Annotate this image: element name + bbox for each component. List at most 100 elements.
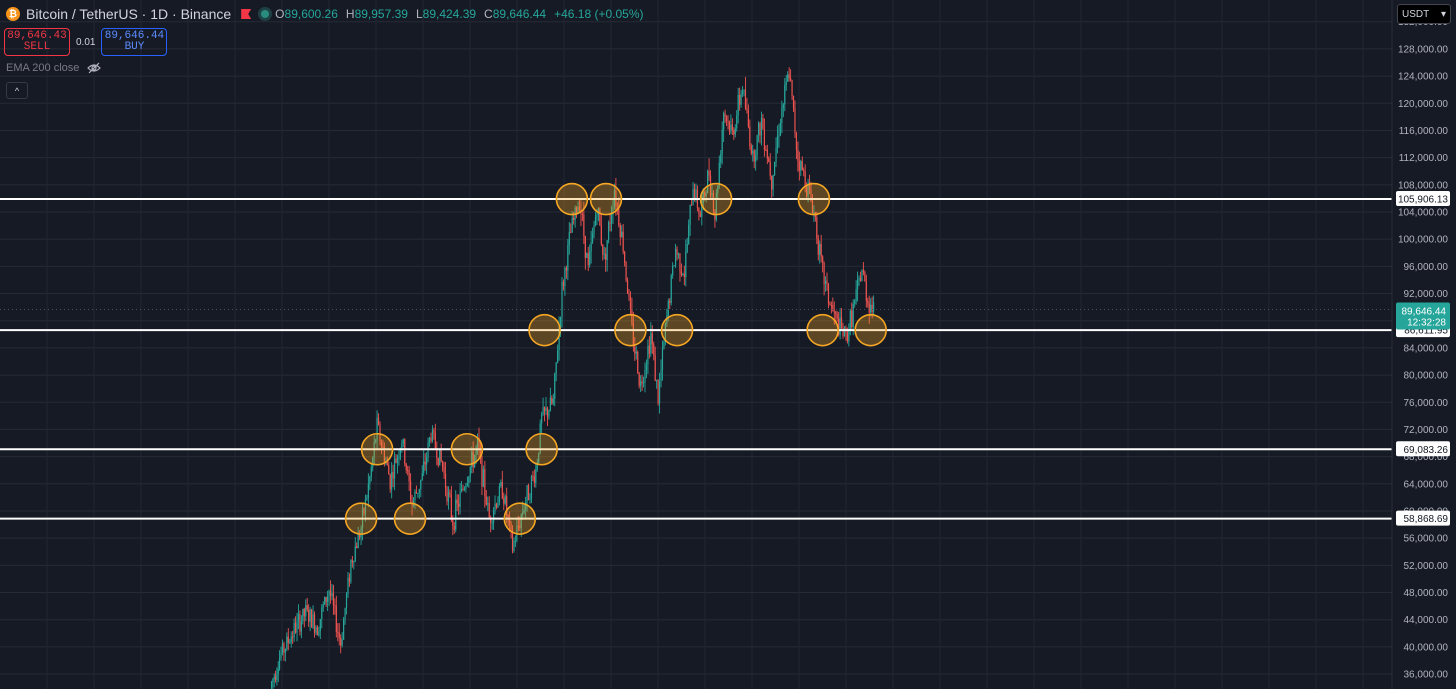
candle-body — [836, 314, 838, 319]
candle-body — [817, 238, 819, 255]
candle-body — [740, 94, 742, 105]
price-tick-label: 80,000.00 — [1404, 371, 1449, 382]
candle-body — [851, 310, 853, 327]
price-axis[interactable]: 36,000.00 40,000.00 44,000.00 48,000.00 52,0… — [1391, 0, 1456, 689]
candle-body — [725, 116, 728, 121]
candle-body — [803, 170, 805, 172]
candle-body — [345, 594, 348, 609]
candle-body — [491, 522, 493, 524]
candle-body — [862, 270, 865, 273]
price-tick-label: 96,000.00 — [1404, 262, 1449, 273]
candle-body — [849, 310, 851, 330]
candle-body — [356, 546, 358, 549]
candle-body — [586, 253, 588, 258]
candle-body — [749, 126, 751, 147]
candle-body — [584, 236, 586, 258]
candle-body — [868, 303, 870, 313]
candle-body — [797, 149, 799, 162]
level-price-label: 58,868.69 — [1404, 514, 1449, 525]
candle-body — [325, 597, 327, 602]
candle-body — [555, 362, 557, 374]
candle-body — [629, 296, 632, 310]
open-label: O — [275, 7, 285, 21]
price-tick-label: 40,000.00 — [1404, 642, 1449, 653]
candle-body — [386, 461, 388, 465]
candle-body — [328, 590, 330, 597]
candle-body — [420, 479, 422, 490]
candle-body — [398, 457, 400, 459]
price-tick-label: 84,000.00 — [1404, 343, 1449, 354]
candle-body — [396, 457, 399, 463]
candle-body — [552, 399, 554, 404]
candle-body — [277, 669, 279, 674]
candle-body — [453, 526, 455, 530]
candle-body — [501, 481, 503, 499]
candle-body — [343, 619, 345, 640]
candle-body — [606, 240, 608, 260]
indicator-legend[interactable]: EMA 200 close — [6, 62, 102, 74]
currency-selector[interactable]: USDT ▾ — [1397, 4, 1451, 24]
candle-body — [313, 614, 316, 633]
candle-body — [673, 265, 675, 267]
open-value: 89,600.26 — [284, 7, 338, 21]
symbol-title[interactable]: Bitcoin / TetherUS · 1D · Binance — [26, 6, 231, 22]
candle-body — [787, 74, 789, 82]
candle-body — [327, 596, 329, 602]
candle-body — [871, 304, 873, 312]
horizontal-levels[interactable] — [0, 198, 1392, 520]
candle-body — [303, 608, 305, 617]
candle-body — [444, 473, 447, 488]
candle-body — [762, 117, 764, 130]
eye-off-icon[interactable] — [87, 62, 102, 74]
candle-body — [482, 469, 484, 487]
flag-icon[interactable] — [241, 9, 252, 19]
chart-area[interactable]: 36,000.00 40,000.00 44,000.00 48,000.00 52,0… — [0, 0, 1456, 689]
candle-body — [545, 407, 547, 411]
price-tick-label: 52,000.00 — [1404, 561, 1449, 572]
candle-body — [431, 429, 434, 441]
order-quantity[interactable]: 0.01 — [76, 37, 95, 48]
candle-body — [820, 244, 822, 257]
touch-marker — [360, 432, 394, 466]
candle-body — [677, 253, 680, 255]
candle-body — [596, 215, 598, 217]
candle-body — [459, 491, 461, 507]
candle-body — [674, 248, 677, 266]
collapse-legend-button[interactable]: ^ — [6, 82, 28, 99]
level-price-label: 69,083.26 — [1404, 445, 1449, 456]
candle-body — [439, 449, 441, 466]
candle-body — [691, 204, 693, 206]
buy-button[interactable]: 89,646.44 BUY — [101, 28, 168, 56]
candle-body — [635, 351, 637, 354]
candle-body — [661, 348, 664, 371]
candle-body — [571, 217, 573, 233]
price-tick-label: 76,000.00 — [1404, 398, 1449, 409]
candle-body — [299, 614, 301, 632]
candle-body — [294, 623, 297, 633]
price-tick-label: 108,000.00 — [1398, 180, 1448, 191]
candle-body — [465, 485, 467, 489]
candle-body — [443, 467, 445, 474]
candle-body — [651, 333, 653, 345]
candle-body — [718, 162, 720, 187]
candle-body — [369, 476, 371, 484]
candle-body — [785, 81, 787, 86]
indicator-label: EMA 200 close — [6, 62, 80, 74]
touch-marker — [797, 182, 831, 216]
candle-body — [788, 74, 790, 79]
chevron-up-icon: ^ — [14, 85, 20, 96]
candle-body — [532, 476, 534, 478]
candle-body — [549, 397, 551, 412]
candle-body — [290, 636, 292, 643]
candle-body — [562, 281, 565, 287]
candle-series — [0, 67, 1392, 689]
candle-body — [460, 488, 463, 492]
candle-body — [658, 381, 661, 404]
sell-button[interactable]: 89,646.43 SELL — [4, 28, 70, 56]
candle-body — [424, 461, 426, 465]
touch-marker — [614, 313, 647, 347]
candle-body — [660, 370, 662, 382]
candle-body — [603, 253, 605, 255]
price-chart[interactable]: 36,000.00 40,000.00 44,000.00 48,000.00 52,0… — [0, 0, 1456, 689]
candle-body — [481, 456, 483, 487]
